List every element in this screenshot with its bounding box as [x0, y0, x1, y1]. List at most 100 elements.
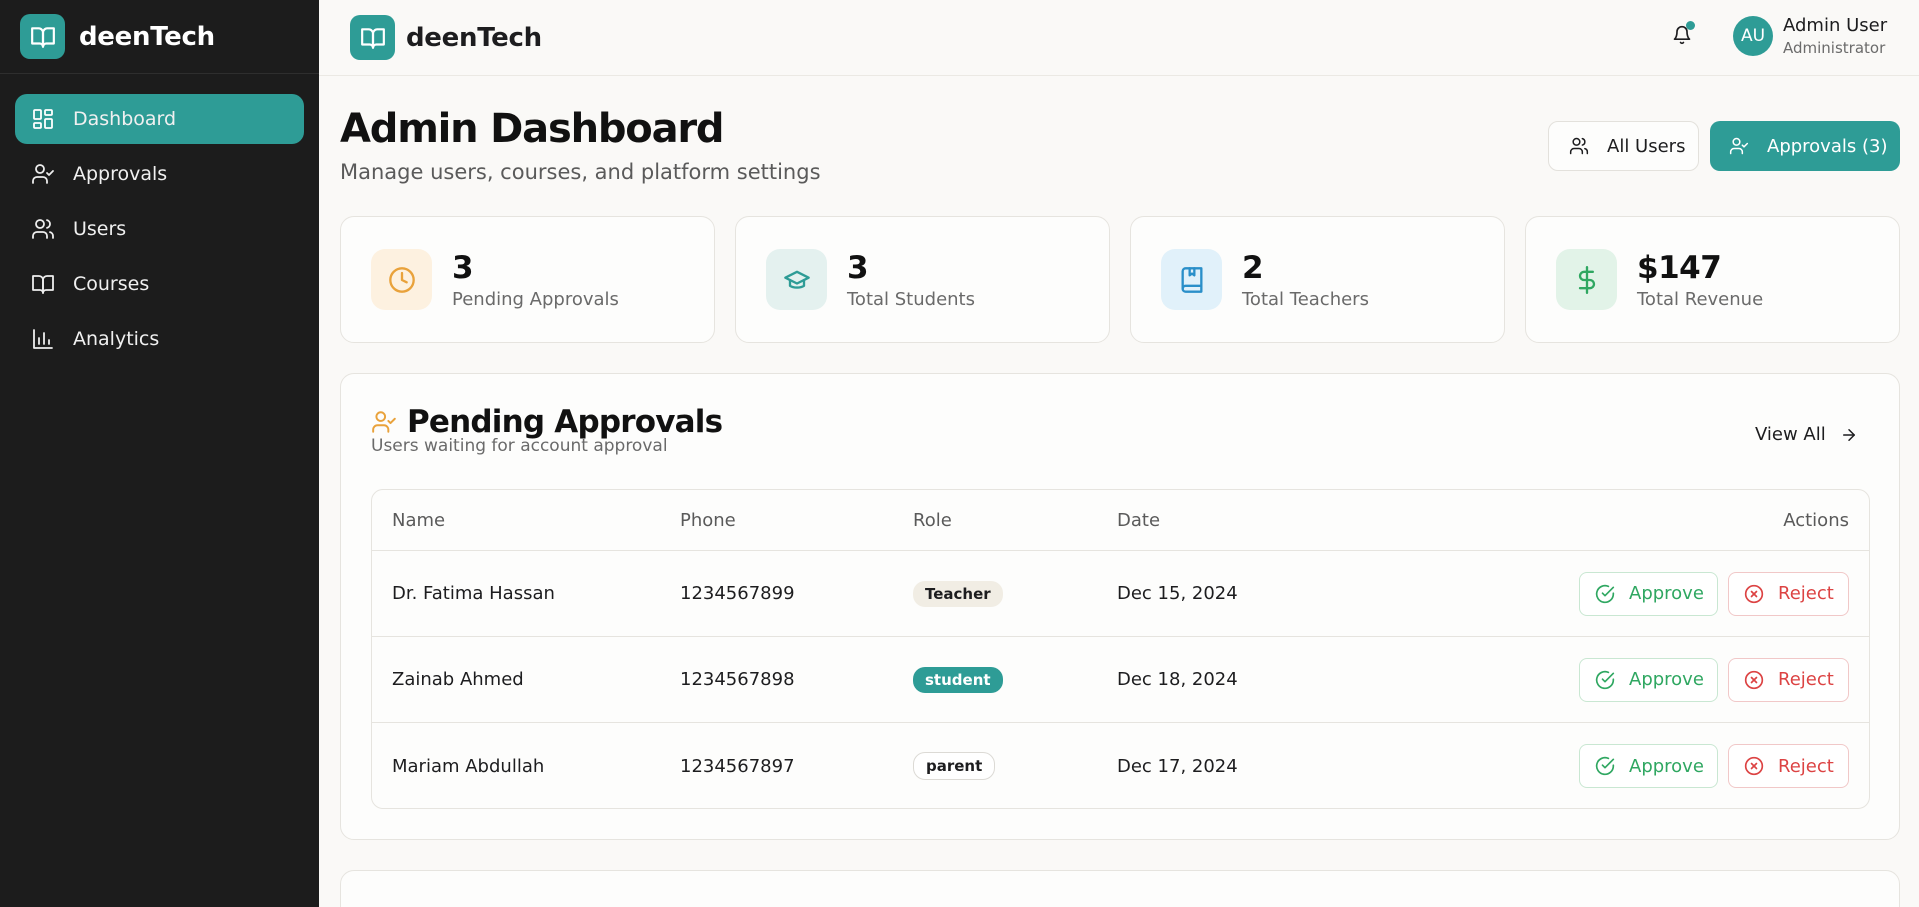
stat-card-students: 3 Total Students	[735, 216, 1110, 343]
role-badge: student	[913, 666, 1003, 693]
sidebar: deenTech Dashboard Approvals Users Cours…	[0, 0, 319, 907]
column-header-role: Role	[913, 509, 952, 531]
sidebar-item-label: Courses	[73, 273, 150, 295]
sidebar-item-label: Users	[73, 218, 127, 240]
cell-name: Dr. Fatima Hassan	[392, 583, 555, 604]
reject-label: Reject	[1778, 583, 1834, 604]
stat-card-revenue: $147 Total Revenue	[1525, 216, 1900, 343]
stat-card-teachers: 2 Total Teachers	[1130, 216, 1505, 343]
view-all-link[interactable]: View All	[1755, 424, 1858, 445]
x-circle-icon	[1744, 670, 1764, 690]
stat-value: 3	[452, 249, 474, 286]
table-row: Zainab Ahmed 1234567898 student Dec 18, …	[372, 637, 1869, 723]
table-row: Dr. Fatima Hassan 1234567899 Teacher Dec…	[372, 551, 1869, 637]
approve-label: Approve	[1629, 669, 1704, 690]
x-circle-icon	[1744, 756, 1764, 776]
book-open-icon	[30, 271, 56, 297]
users-icon	[1569, 136, 1589, 156]
check-circle-icon	[1595, 756, 1615, 776]
all-users-label: All Users	[1607, 135, 1686, 157]
check-circle-icon	[1595, 584, 1615, 604]
stat-value: 3	[847, 249, 869, 286]
book-open-icon	[350, 15, 395, 60]
approvals-table: Name Phone Role Date Actions Dr. Fatima …	[371, 489, 1870, 809]
cell-date: Dec 15, 2024	[1117, 583, 1238, 604]
x-circle-icon	[1744, 584, 1764, 604]
book-icon	[1161, 249, 1222, 310]
stat-value: $147	[1637, 249, 1722, 286]
brand-name: deenTech	[79, 21, 215, 52]
notifications-button[interactable]	[1666, 21, 1698, 53]
column-header-name: Name	[392, 509, 446, 531]
cell-name: Mariam Abdullah	[392, 755, 545, 777]
sidebar-item-approvals[interactable]: Approvals	[15, 149, 304, 199]
user-menu[interactable]: AU Admin User Administrator	[1733, 15, 1887, 57]
check-circle-icon	[1595, 670, 1615, 690]
cell-phone: 1234567899	[680, 583, 795, 604]
next-panel	[340, 870, 1900, 907]
cell-date: Dec 17, 2024	[1117, 755, 1238, 777]
avatar: AU	[1733, 16, 1773, 56]
sidebar-item-label: Dashboard	[73, 108, 177, 130]
approvals-label: Approvals (3)	[1767, 135, 1888, 157]
approve-button[interactable]: Approve	[1579, 571, 1718, 616]
user-check-icon	[30, 161, 56, 187]
book-open-icon	[20, 14, 65, 59]
table-header: Name Phone Role Date Actions	[372, 490, 1869, 551]
sidebar-item-label: Analytics	[73, 328, 160, 350]
stat-value: 2	[1242, 249, 1264, 286]
cell-name: Zainab Ahmed	[392, 669, 524, 690]
notification-dot	[1686, 21, 1695, 30]
topbar-brand-name: deenTech	[406, 22, 542, 53]
reject-button[interactable]: Reject	[1728, 571, 1849, 616]
clock-icon	[371, 249, 432, 310]
pending-approvals-panel: Pending Approvals Users waiting for acco…	[340, 373, 1900, 840]
users-icon	[30, 216, 56, 242]
stat-label: Total Teachers	[1242, 288, 1369, 310]
stats-row: 3 Pending Approvals 3 Total Students 2 T…	[340, 216, 1900, 343]
reject-button[interactable]: Reject	[1728, 657, 1849, 702]
sidebar-item-users[interactable]: Users	[15, 204, 304, 254]
page-title: Admin Dashboard	[340, 106, 725, 152]
graduation-cap-icon	[766, 249, 827, 310]
sidebar-item-courses[interactable]: Courses	[15, 259, 304, 309]
user-name: Admin User	[1783, 15, 1888, 36]
sidebar-brand[interactable]: deenTech	[0, 0, 319, 74]
approve-button[interactable]: Approve	[1579, 744, 1718, 788]
user-check-icon	[371, 409, 397, 435]
view-all-label: View All	[1755, 424, 1826, 445]
column-header-phone: Phone	[680, 509, 736, 531]
sidebar-item-dashboard[interactable]: Dashboard	[15, 94, 304, 144]
user-role: Administrator	[1783, 39, 1886, 57]
table-row: Mariam Abdullah 1234567897 parent Dec 17…	[372, 723, 1869, 808]
bar-chart-icon	[30, 326, 56, 352]
all-users-button[interactable]: All Users	[1548, 121, 1699, 171]
approve-label: Approve	[1629, 755, 1704, 777]
stat-label: Total Revenue	[1637, 288, 1764, 310]
sidebar-nav: Dashboard Approvals Users Courses Analyt…	[0, 74, 319, 389]
stat-label: Pending Approvals	[452, 288, 619, 310]
reject-button[interactable]: Reject	[1728, 744, 1849, 788]
sidebar-item-label: Approvals	[73, 163, 168, 185]
user-check-icon	[1729, 136, 1749, 156]
reject-label: Reject	[1778, 755, 1834, 777]
cell-phone: 1234567898	[680, 669, 795, 690]
panel-subtitle: Users waiting for account approval	[371, 436, 668, 456]
column-header-date: Date	[1117, 509, 1161, 531]
cell-phone: 1234567897	[680, 755, 795, 777]
approve-label: Approve	[1629, 583, 1704, 604]
role-badge: parent	[913, 752, 996, 780]
page-subtitle: Manage users, courses, and platform sett…	[340, 160, 821, 184]
dashboard-icon	[30, 106, 56, 132]
approve-button[interactable]: Approve	[1579, 657, 1718, 702]
approvals-button[interactable]: Approvals (3)	[1710, 121, 1900, 171]
stat-card-pending: 3 Pending Approvals	[340, 216, 715, 343]
reject-label: Reject	[1778, 669, 1834, 690]
column-header-actions: Actions	[1783, 509, 1849, 531]
cell-date: Dec 18, 2024	[1117, 669, 1238, 690]
arrow-right-icon	[1840, 426, 1858, 444]
dollar-icon	[1556, 249, 1617, 310]
role-badge: Teacher	[913, 580, 1003, 607]
stat-label: Total Students	[847, 288, 975, 310]
sidebar-item-analytics[interactable]: Analytics	[15, 314, 304, 364]
